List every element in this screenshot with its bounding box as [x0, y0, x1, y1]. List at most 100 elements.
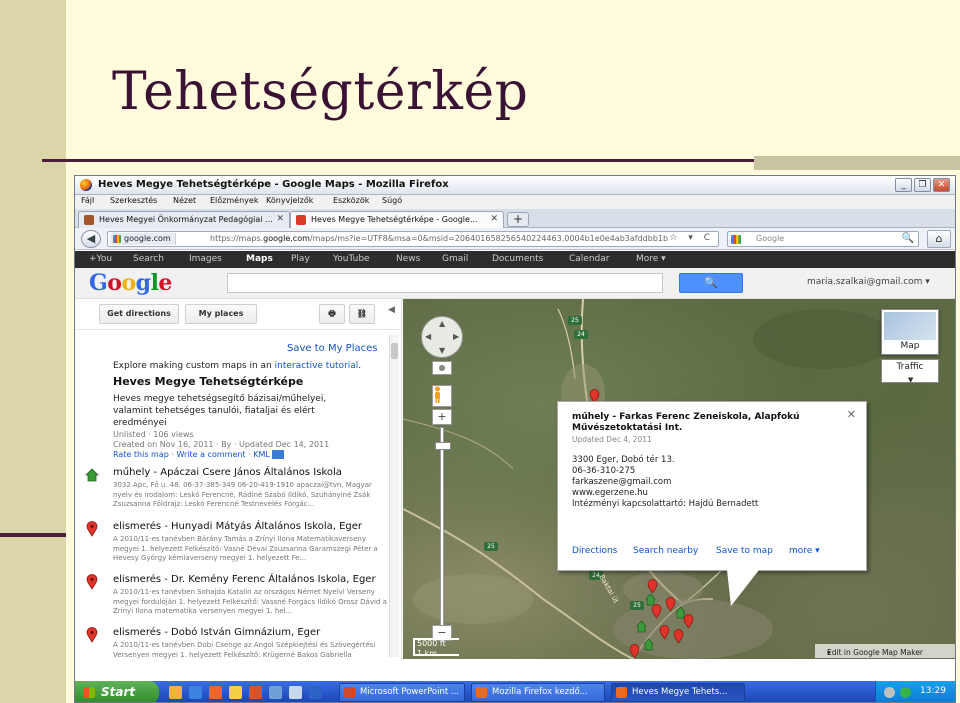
home-button[interactable]: ⌂ — [927, 230, 951, 248]
collapse-sidebar-icon[interactable]: ◀ — [388, 305, 395, 315]
my-places-button[interactable]: My places — [185, 304, 257, 324]
gbar-documents[interactable]: Documents — [492, 254, 543, 264]
list-item[interactable]: elismerés - Dobó István Gimnázium, Eger … — [85, 627, 385, 659]
taskbar-powerpoint[interactable]: Microsoft PowerPoint ... — [339, 683, 465, 702]
rate-map-link[interactable]: Rate this map — [113, 450, 169, 459]
menu-history[interactable]: Előzmények — [210, 196, 258, 205]
quicklaunch-icon[interactable] — [209, 686, 222, 699]
more-link[interactable]: more ▾ — [789, 546, 820, 556]
place-title[interactable]: elismerés - Dobó István Gimnázium, Eger — [113, 627, 320, 638]
sidebar-scrollbar[interactable] — [389, 335, 399, 657]
url-bar[interactable]: google.com https://maps.google.com/maps/… — [107, 231, 719, 247]
pan-right-icon[interactable]: ▶ — [453, 332, 459, 341]
interactive-tutorial-link[interactable]: interactive tutorial — [275, 361, 359, 371]
tab-close-icon[interactable]: ✕ — [490, 212, 498, 227]
gbar-play[interactable]: Play — [291, 254, 310, 264]
taskbar-firefox-home[interactable]: Mozilla Firefox kezdő... — [471, 683, 605, 702]
site-identity-button[interactable]: google.com — [110, 233, 176, 245]
zoom-slider[interactable] — [435, 427, 451, 627]
place-title[interactable]: műhely - Apáczai Csere János Általános I… — [113, 467, 342, 478]
map-pin-icon[interactable] — [683, 614, 694, 629]
traffic-button[interactable]: Traffic ▼ — [881, 359, 939, 384]
menu-file[interactable]: Fájl — [81, 196, 94, 205]
back-button[interactable]: ◀ — [81, 230, 101, 248]
tab-close-icon[interactable]: ✕ — [276, 212, 284, 227]
kml-link[interactable]: KML — [253, 450, 270, 459]
place-title[interactable]: elismerés - Dr. Kemény Ferenc Általános … — [113, 574, 376, 585]
street-view-toggle[interactable] — [432, 361, 452, 375]
account-menu[interactable]: maria.szalkai@gmail.com ▾ — [807, 277, 930, 287]
map-type-button[interactable]: Map — [881, 309, 939, 355]
url-bar-tools[interactable]: ☆ ▾ C — [669, 233, 714, 243]
quicklaunch-icon[interactable] — [189, 686, 202, 699]
quicklaunch-icon[interactable] — [229, 686, 242, 699]
kml-icon[interactable] — [272, 450, 285, 459]
pan-left-icon[interactable]: ◀ — [425, 332, 431, 341]
pegman-icon[interactable] — [432, 385, 452, 407]
gbar-news[interactable]: News — [396, 254, 420, 264]
map-pin-icon[interactable] — [673, 629, 684, 644]
gbar-youtube[interactable]: YouTube — [333, 254, 370, 264]
zoom-slider-handle[interactable] — [435, 442, 451, 450]
menu-help[interactable]: Súgó — [382, 196, 402, 205]
menu-edit[interactable]: Szerkesztés — [110, 196, 157, 205]
browser-search-bar[interactable]: Google 🔍 — [727, 231, 919, 247]
map-canvas[interactable]: 25 24 25 25 24 25 Baktai út ▲ ◀ ▶ ▼ — [403, 299, 955, 659]
menu-tools[interactable]: Eszközök — [333, 196, 369, 205]
map-pin-icon[interactable] — [629, 644, 640, 659]
gbar-search[interactable]: Search — [133, 254, 164, 264]
zoom-control[interactable]: + − — [432, 409, 452, 649]
search-engine-icon[interactable] — [731, 235, 741, 244]
taskbar-firefox-maps[interactable]: Heves Megye Tehets... — [611, 683, 745, 702]
pan-up-icon[interactable]: ▲ — [439, 319, 445, 328]
list-item[interactable]: elismerés - Dr. Kemény Ferenc Általános … — [85, 574, 387, 624]
minimize-button[interactable]: _ — [895, 178, 912, 192]
link-icon[interactable]: ⛓ — [349, 304, 375, 324]
tab-tehetsegterkep[interactable]: Heves Megye Tehetségtérképe - Google... … — [290, 211, 504, 228]
google-logo[interactable]: Google — [89, 270, 172, 296]
gbar-images[interactable]: Images — [189, 254, 222, 264]
gbar-gmail[interactable]: Gmail — [442, 254, 468, 264]
quicklaunch-icon[interactable] — [269, 686, 282, 699]
search-nearby-link[interactable]: Search nearby — [633, 546, 698, 556]
gbar-more[interactable]: More ▾ — [636, 254, 666, 264]
tray-icon[interactable] — [884, 687, 895, 698]
quicklaunch-icon[interactable] — [169, 686, 182, 699]
start-button[interactable]: Start — [75, 681, 159, 702]
zoom-in-button[interactable]: + — [432, 409, 452, 425]
directions-link[interactable]: Directions — [572, 546, 617, 556]
list-item[interactable]: műhely - Apáczai Csere János Általános I… — [85, 467, 385, 517]
house-marker-icon[interactable] — [636, 619, 647, 634]
new-tab-button[interactable]: + — [507, 212, 529, 227]
print-icon[interactable]: 🖶 — [319, 304, 345, 324]
get-directions-button[interactable]: Get directions — [99, 304, 179, 324]
quicklaunch-icon[interactable] — [309, 686, 322, 699]
gbar-maps[interactable]: Maps — [246, 254, 273, 264]
maps-search-button[interactable]: 🔍 — [679, 273, 743, 293]
list-item[interactable]: elismerés - Hunyadi Mátyás Általános Isk… — [85, 521, 385, 571]
maximize-button[interactable]: ❐ — [914, 178, 931, 192]
menu-bookmarks[interactable]: Könyvjelzők — [266, 196, 313, 205]
close-icon[interactable]: ✕ — [847, 408, 856, 421]
close-window-button[interactable]: ✕ — [933, 178, 950, 192]
map-pin-icon[interactable] — [647, 579, 658, 594]
gbar-you[interactable]: +You — [89, 254, 112, 264]
menu-view[interactable]: Nézet — [173, 196, 196, 205]
pan-control[interactable]: ▲ ◀ ▶ ▼ — [421, 316, 463, 358]
save-to-my-places-link[interactable]: Save to My Places — [287, 343, 377, 354]
tray-icon[interactable] — [900, 687, 911, 698]
gbar-calendar[interactable]: Calendar — [569, 254, 609, 264]
quicklaunch-icon[interactable] — [249, 686, 262, 699]
save-to-map-link[interactable]: Save to map — [716, 546, 773, 556]
map-pin-icon[interactable] — [651, 604, 662, 619]
quicklaunch-icon[interactable] — [289, 686, 302, 699]
maps-search-input[interactable] — [227, 273, 663, 293]
tab-pedagogiai[interactable]: Heves Megyei Önkormányzat Pedagógiai ...… — [78, 211, 290, 228]
map-pin-icon[interactable] — [659, 625, 670, 640]
pan-down-icon[interactable]: ▼ — [439, 346, 445, 355]
scrollbar-thumb[interactable] — [391, 343, 398, 359]
house-marker-icon[interactable] — [643, 637, 654, 652]
place-title[interactable]: elismerés - Hunyadi Mátyás Általános Isk… — [113, 521, 362, 532]
write-comment-link[interactable]: Write a comment — [176, 450, 245, 459]
search-icon[interactable]: 🔍 — [902, 233, 914, 244]
